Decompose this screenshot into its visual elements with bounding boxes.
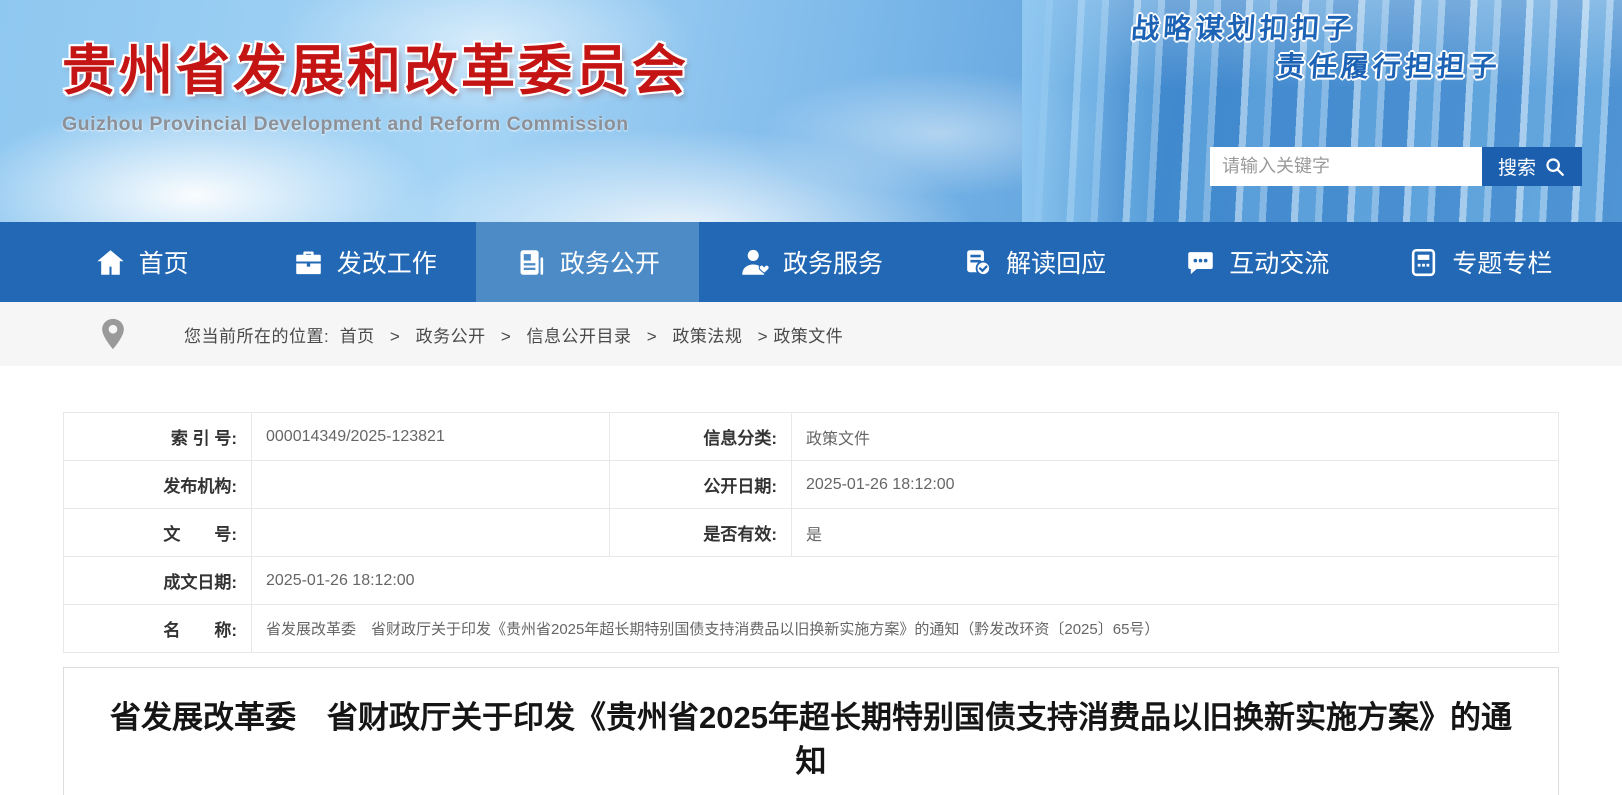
breadcrumb-item-disclosure[interactable]: 政务公开 xyxy=(416,327,486,346)
breadcrumb-item-policy-file[interactable]: 政策文件 xyxy=(773,327,843,346)
meta-label-title: 名 称: xyxy=(64,605,252,653)
breadcrumb-separator: > xyxy=(647,327,657,346)
location-pin-icon xyxy=(100,317,184,351)
table-row: 发布机构: 公开日期: 2025-01-26 18:12:00 xyxy=(64,461,1559,509)
nav-item-label: 首页 xyxy=(139,244,189,280)
meta-label-issuing-agency: 发布机构: xyxy=(64,461,252,509)
slogan-line-1: 战略谋划扣扣子 xyxy=(1130,10,1505,48)
grid-icon xyxy=(1408,247,1439,278)
nav-item-special-topics[interactable]: 专题专栏 xyxy=(1369,222,1592,302)
article-title: 省发展改革委 省财政厅关于印发《贵州省2025年超长期特别国债支持消费品以旧换新… xyxy=(104,696,1518,784)
site-header: 贵州省发展和改革委员会 Guizhou Provincial Developme… xyxy=(0,0,1622,222)
meta-label-publish-date: 公开日期: xyxy=(610,461,792,509)
search-input[interactable] xyxy=(1210,147,1482,186)
breadcrumb: 您当前所在的位置: 首页 > 政务公开 > 信息公开目录 > 政策法规 > 政策… xyxy=(0,302,1622,366)
meta-label-validity: 是否有效: xyxy=(610,509,792,557)
nav-item-gov-services[interactable]: 政务服务 xyxy=(699,222,922,302)
meta-value-title: 省发展改革委 省财政厅关于印发《贵州省2025年超长期特别国债支持消费品以旧换新… xyxy=(252,605,1559,653)
search-button[interactable]: 搜索 xyxy=(1482,147,1582,186)
meta-value-index-no: 000014349/2025-123821 xyxy=(252,413,610,461)
article-container: 省发展改革委 省财政厅关于印发《贵州省2025年超长期特别国债支持消费品以旧换新… xyxy=(63,667,1559,795)
doc-check-icon xyxy=(962,247,993,278)
breadcrumb-trail: 您当前所在的位置: 首页 > 政务公开 > 信息公开目录 > 政策法规 > 政策… xyxy=(184,322,843,347)
site-logo[interactable]: 贵州省发展和改革委员会 Guizhou Provincial Developme… xyxy=(62,26,689,136)
nav-item-interpretation[interactable]: 解读回应 xyxy=(923,222,1146,302)
breadcrumb-separator: > xyxy=(390,327,400,346)
document-icon xyxy=(516,247,547,278)
header-slogan: 战略谋划扣扣子 责任履行担担子 xyxy=(1127,10,1504,86)
breadcrumb-item-policy-law[interactable]: 政策法规 xyxy=(672,327,742,346)
table-row: 文 号: 是否有效: 是 xyxy=(64,509,1559,557)
nav-item-home[interactable]: 首页 xyxy=(30,222,253,302)
nav-item-label: 政务公开 xyxy=(560,244,660,280)
meta-value-category: 政策文件 xyxy=(792,413,1559,461)
meta-value-issuing-agency xyxy=(252,461,610,509)
table-row: 名 称: 省发展改革委 省财政厅关于印发《贵州省2025年超长期特别国债支持消费… xyxy=(64,605,1559,653)
slogan-line-2: 责任履行担担子 xyxy=(1275,48,1502,86)
chat-icon xyxy=(1185,247,1216,278)
meta-value-publish-date: 2025-01-26 18:12:00 xyxy=(792,461,1559,509)
nav-item-label: 政务服务 xyxy=(783,244,883,280)
site-subtitle: Guizhou Provincial Development and Refor… xyxy=(62,113,689,136)
nav-item-interaction[interactable]: 互动交流 xyxy=(1146,222,1369,302)
breadcrumb-item-catalog[interactable]: 信息公开目录 xyxy=(527,327,632,346)
meta-value-validity: 是 xyxy=(792,509,1559,557)
briefcase-icon xyxy=(293,247,324,278)
meta-value-doc-no xyxy=(252,509,610,557)
breadcrumb-prefix: 您当前所在的位置: xyxy=(184,327,329,346)
nav-item-gov-disclosure[interactable]: 政务公开 xyxy=(476,222,699,302)
nav-item-label: 解读回应 xyxy=(1006,244,1106,280)
site-title: 贵州省发展和改革委员会 xyxy=(62,26,689,105)
nav-item-label: 专题专栏 xyxy=(1452,244,1552,280)
nav-item-fagai-work[interactable]: 发改工作 xyxy=(253,222,476,302)
person-icon xyxy=(739,247,770,278)
table-row: 索 引 号: 000014349/2025-123821 信息分类: 政策文件 xyxy=(64,413,1559,461)
document-meta-table: 索 引 号: 000014349/2025-123821 信息分类: 政策文件 … xyxy=(63,412,1559,653)
meta-label-doc-no: 文 号: xyxy=(64,509,252,557)
search-button-label: 搜索 xyxy=(1498,153,1536,180)
meta-label-index-no: 索 引 号: xyxy=(64,413,252,461)
search-icon xyxy=(1544,156,1566,178)
main-nav: 首页 发改工作 政务公开 政务服务 xyxy=(0,222,1622,302)
nav-item-label: 互动交流 xyxy=(1229,244,1329,280)
home-icon xyxy=(95,247,126,278)
meta-label-written-date: 成文日期: xyxy=(64,557,252,605)
breadcrumb-separator: > xyxy=(501,327,511,346)
meta-label-category: 信息分类: xyxy=(610,413,792,461)
meta-value-written-date: 2025-01-26 18:12:00 xyxy=(252,557,1559,605)
nav-item-label: 发改工作 xyxy=(337,244,437,280)
breadcrumb-item-home[interactable]: 首页 xyxy=(340,327,375,346)
search-bar: 搜索 xyxy=(1210,147,1582,186)
table-row: 成文日期: 2025-01-26 18:12:00 xyxy=(64,557,1559,605)
breadcrumb-separator: > xyxy=(758,327,768,346)
